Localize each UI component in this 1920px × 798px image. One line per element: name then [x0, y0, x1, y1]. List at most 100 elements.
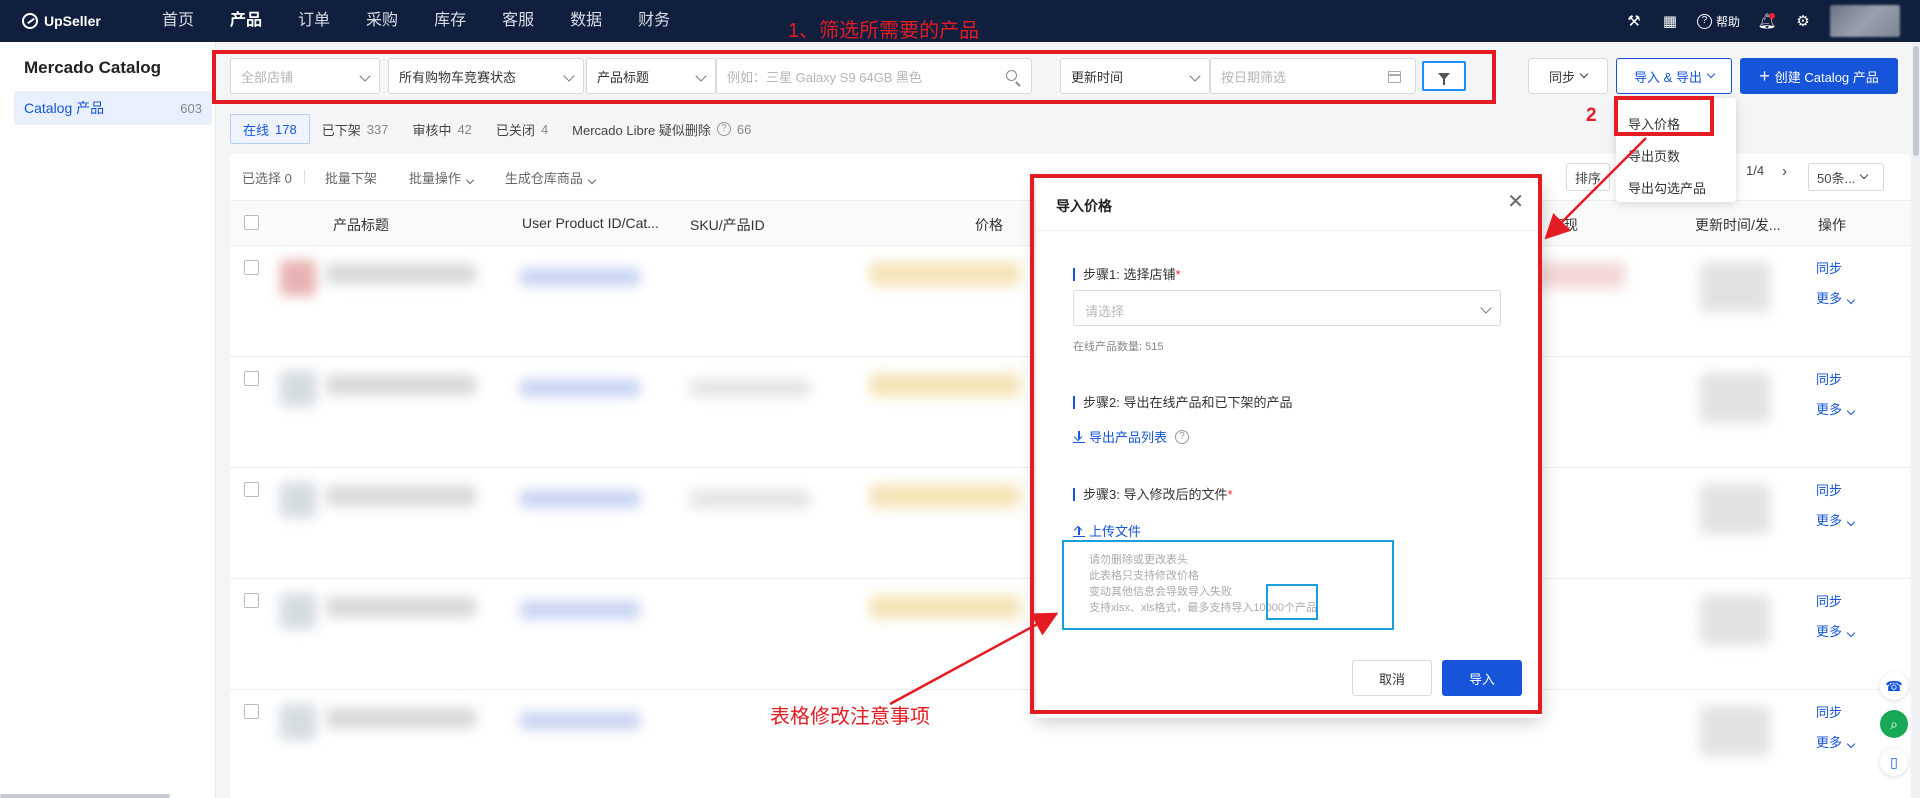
nav-item-data[interactable]: 数据 — [552, 0, 620, 42]
tab-count: 4 — [540, 121, 549, 137]
sidebar-item-catalog-products[interactable]: Catalog 产品 603 — [14, 91, 212, 125]
sync-button-label: 同步 — [1548, 69, 1575, 85]
tab-label: 在线 — [243, 122, 270, 138]
bulk-unlist-button[interactable]: 批量下架 — [313, 168, 389, 187]
tab-under-review[interactable]: 审核中 42 — [400, 114, 483, 144]
annotation-note-text: 表格修改注意事项 — [770, 706, 930, 728]
row-more-link[interactable]: 更多 — [1816, 399, 1856, 418]
bulk-ops-label: 批量操作 — [408, 170, 461, 186]
blurred-content — [870, 262, 1020, 286]
blurred-content — [690, 490, 810, 508]
blurred-content — [690, 379, 810, 397]
nav-item-orders[interactable]: 订单 — [280, 0, 348, 42]
row-checkbox[interactable] — [244, 482, 259, 497]
bell-icon[interactable]: 🔔︎ — [1757, 12, 1777, 30]
blurred-content — [1700, 595, 1770, 645]
row-sync-link[interactable]: 同步 — [1816, 591, 1842, 610]
tab-suspected-deleted[interactable]: Mercado Libre 疑似删除 ? 66 — [560, 114, 763, 144]
annotation-import-price-box — [1614, 96, 1714, 136]
blurred-content — [1700, 262, 1770, 312]
next-page-icon[interactable]: › — [1782, 163, 1787, 180]
import-export-button[interactable]: 导入 & 导出 — [1616, 58, 1732, 94]
vertical-scrollbar[interactable] — [1912, 42, 1920, 798]
main-nav: 首页 产品 订单 采购 库存 客服 数据 财务 — [144, 0, 688, 42]
header-operations: 操作 — [1818, 217, 1846, 233]
user-avatar[interactable] — [1830, 5, 1900, 37]
menu-item-export-selected[interactable]: 导出勾选产品 — [1628, 178, 1706, 197]
row-sync-link[interactable]: 同步 — [1816, 702, 1842, 721]
mobile-icon[interactable]: ▯ — [1880, 748, 1908, 776]
chevron-down-icon — [1846, 628, 1856, 638]
headset-icon[interactable]: ☎ — [1880, 672, 1908, 700]
row-more-link[interactable]: 更多 — [1816, 510, 1856, 529]
blurred-content — [1700, 484, 1770, 534]
row-more-link[interactable]: 更多 — [1816, 288, 1856, 307]
question-icon[interactable]: ? — [716, 122, 731, 136]
scrollbar-thumb[interactable] — [1913, 46, 1919, 156]
tab-count: 337 — [366, 121, 389, 137]
topbar-actions: ⚒ ▦ ? 帮助 🔔︎ ⚙ — [1625, 0, 1900, 42]
row-more-link[interactable]: 更多 — [1816, 732, 1856, 751]
sync-button[interactable]: 同步 — [1528, 58, 1608, 94]
row-sync-link[interactable]: 同步 — [1816, 480, 1842, 499]
blurred-content — [520, 712, 640, 730]
blurred-content — [326, 375, 476, 395]
chevron-down-icon — [1846, 517, 1856, 527]
nav-item-home[interactable]: 首页 — [144, 0, 212, 42]
status-tabs: 在线 178 已下架 337 审核中 42 已关闭 4 Mercado Libr… — [230, 114, 763, 144]
row-checkbox[interactable] — [244, 593, 259, 608]
header-title: 产品标题 — [333, 217, 389, 233]
header-sku: SKU/产品ID — [690, 217, 765, 233]
blurred-content — [870, 595, 1020, 619]
tab-label: Mercado Libre 疑似删除 — [572, 122, 711, 138]
row-checkbox[interactable] — [244, 704, 259, 719]
blurred-content — [326, 708, 476, 728]
annotation-step2-number: 2 — [1586, 105, 1597, 126]
tab-label: 审核中 — [412, 122, 452, 138]
blurred-content — [326, 597, 476, 617]
annotation-limit-box — [1266, 584, 1318, 620]
blurred-content — [520, 268, 640, 286]
tab-label: 已下架 — [321, 122, 361, 138]
tab-closed[interactable]: 已关闭 4 — [484, 114, 560, 144]
gear-icon[interactable]: ⚙ — [1794, 12, 1812, 30]
tab-unlisted[interactable]: 已下架 337 — [310, 114, 401, 144]
tab-online[interactable]: 在线 178 — [230, 114, 310, 144]
product-thumbnail — [280, 371, 316, 407]
row-sync-link[interactable]: 同步 — [1816, 369, 1842, 388]
select-all-checkbox[interactable] — [244, 215, 259, 230]
row-checkbox[interactable] — [244, 260, 259, 275]
nav-item-finance[interactable]: 财务 — [620, 0, 688, 42]
row-more-link[interactable]: 更多 — [1816, 621, 1856, 640]
upseller-logo[interactable]: UpSeller — [22, 13, 122, 29]
page-size-select[interactable]: 50条... — [1808, 163, 1884, 191]
horizontal-scrollbar[interactable] — [0, 794, 170, 798]
row-more-label: 更多 — [1816, 402, 1843, 417]
blurred-content — [1700, 373, 1770, 423]
row-more-label: 更多 — [1816, 624, 1843, 639]
help-button[interactable]: ? 帮助 — [1696, 13, 1740, 30]
row-checkbox[interactable] — [244, 371, 259, 386]
menu-item-export-pages[interactable]: 导出页数 — [1628, 146, 1680, 165]
product-thumbnail — [280, 593, 316, 629]
row-more-label: 更多 — [1816, 735, 1843, 750]
wrench-icon[interactable]: ⚒ — [1625, 12, 1643, 30]
chevron-down-icon — [1706, 69, 1716, 79]
bulk-ops-button[interactable]: 批量操作 — [397, 168, 485, 187]
apps-grid-icon[interactable]: ▦ — [1661, 12, 1679, 30]
nav-item-customer-service[interactable]: 客服 — [484, 0, 552, 42]
blurred-content — [520, 379, 640, 397]
generate-warehouse-button[interactable]: 生成仓库商品 — [493, 168, 607, 187]
nav-item-products[interactable]: 产品 — [212, 0, 280, 42]
nav-item-inventory[interactable]: 库存 — [416, 0, 484, 42]
chevron-down-icon — [465, 175, 475, 184]
nav-item-purchase[interactable]: 采购 — [348, 0, 416, 42]
create-catalog-product-button[interactable]: + 创建 Catalog 产品 — [1740, 58, 1898, 94]
tab-label: 已关闭 — [495, 122, 535, 138]
sort-button[interactable]: 排序 — [1566, 163, 1611, 191]
row-sync-link[interactable]: 同步 — [1816, 258, 1842, 277]
create-button-label: 创建 Catalog 产品 — [1774, 69, 1879, 85]
divider — [303, 170, 305, 184]
search-icon[interactable]: ⌕ — [1880, 710, 1908, 738]
help-icon: ? — [1696, 13, 1712, 29]
